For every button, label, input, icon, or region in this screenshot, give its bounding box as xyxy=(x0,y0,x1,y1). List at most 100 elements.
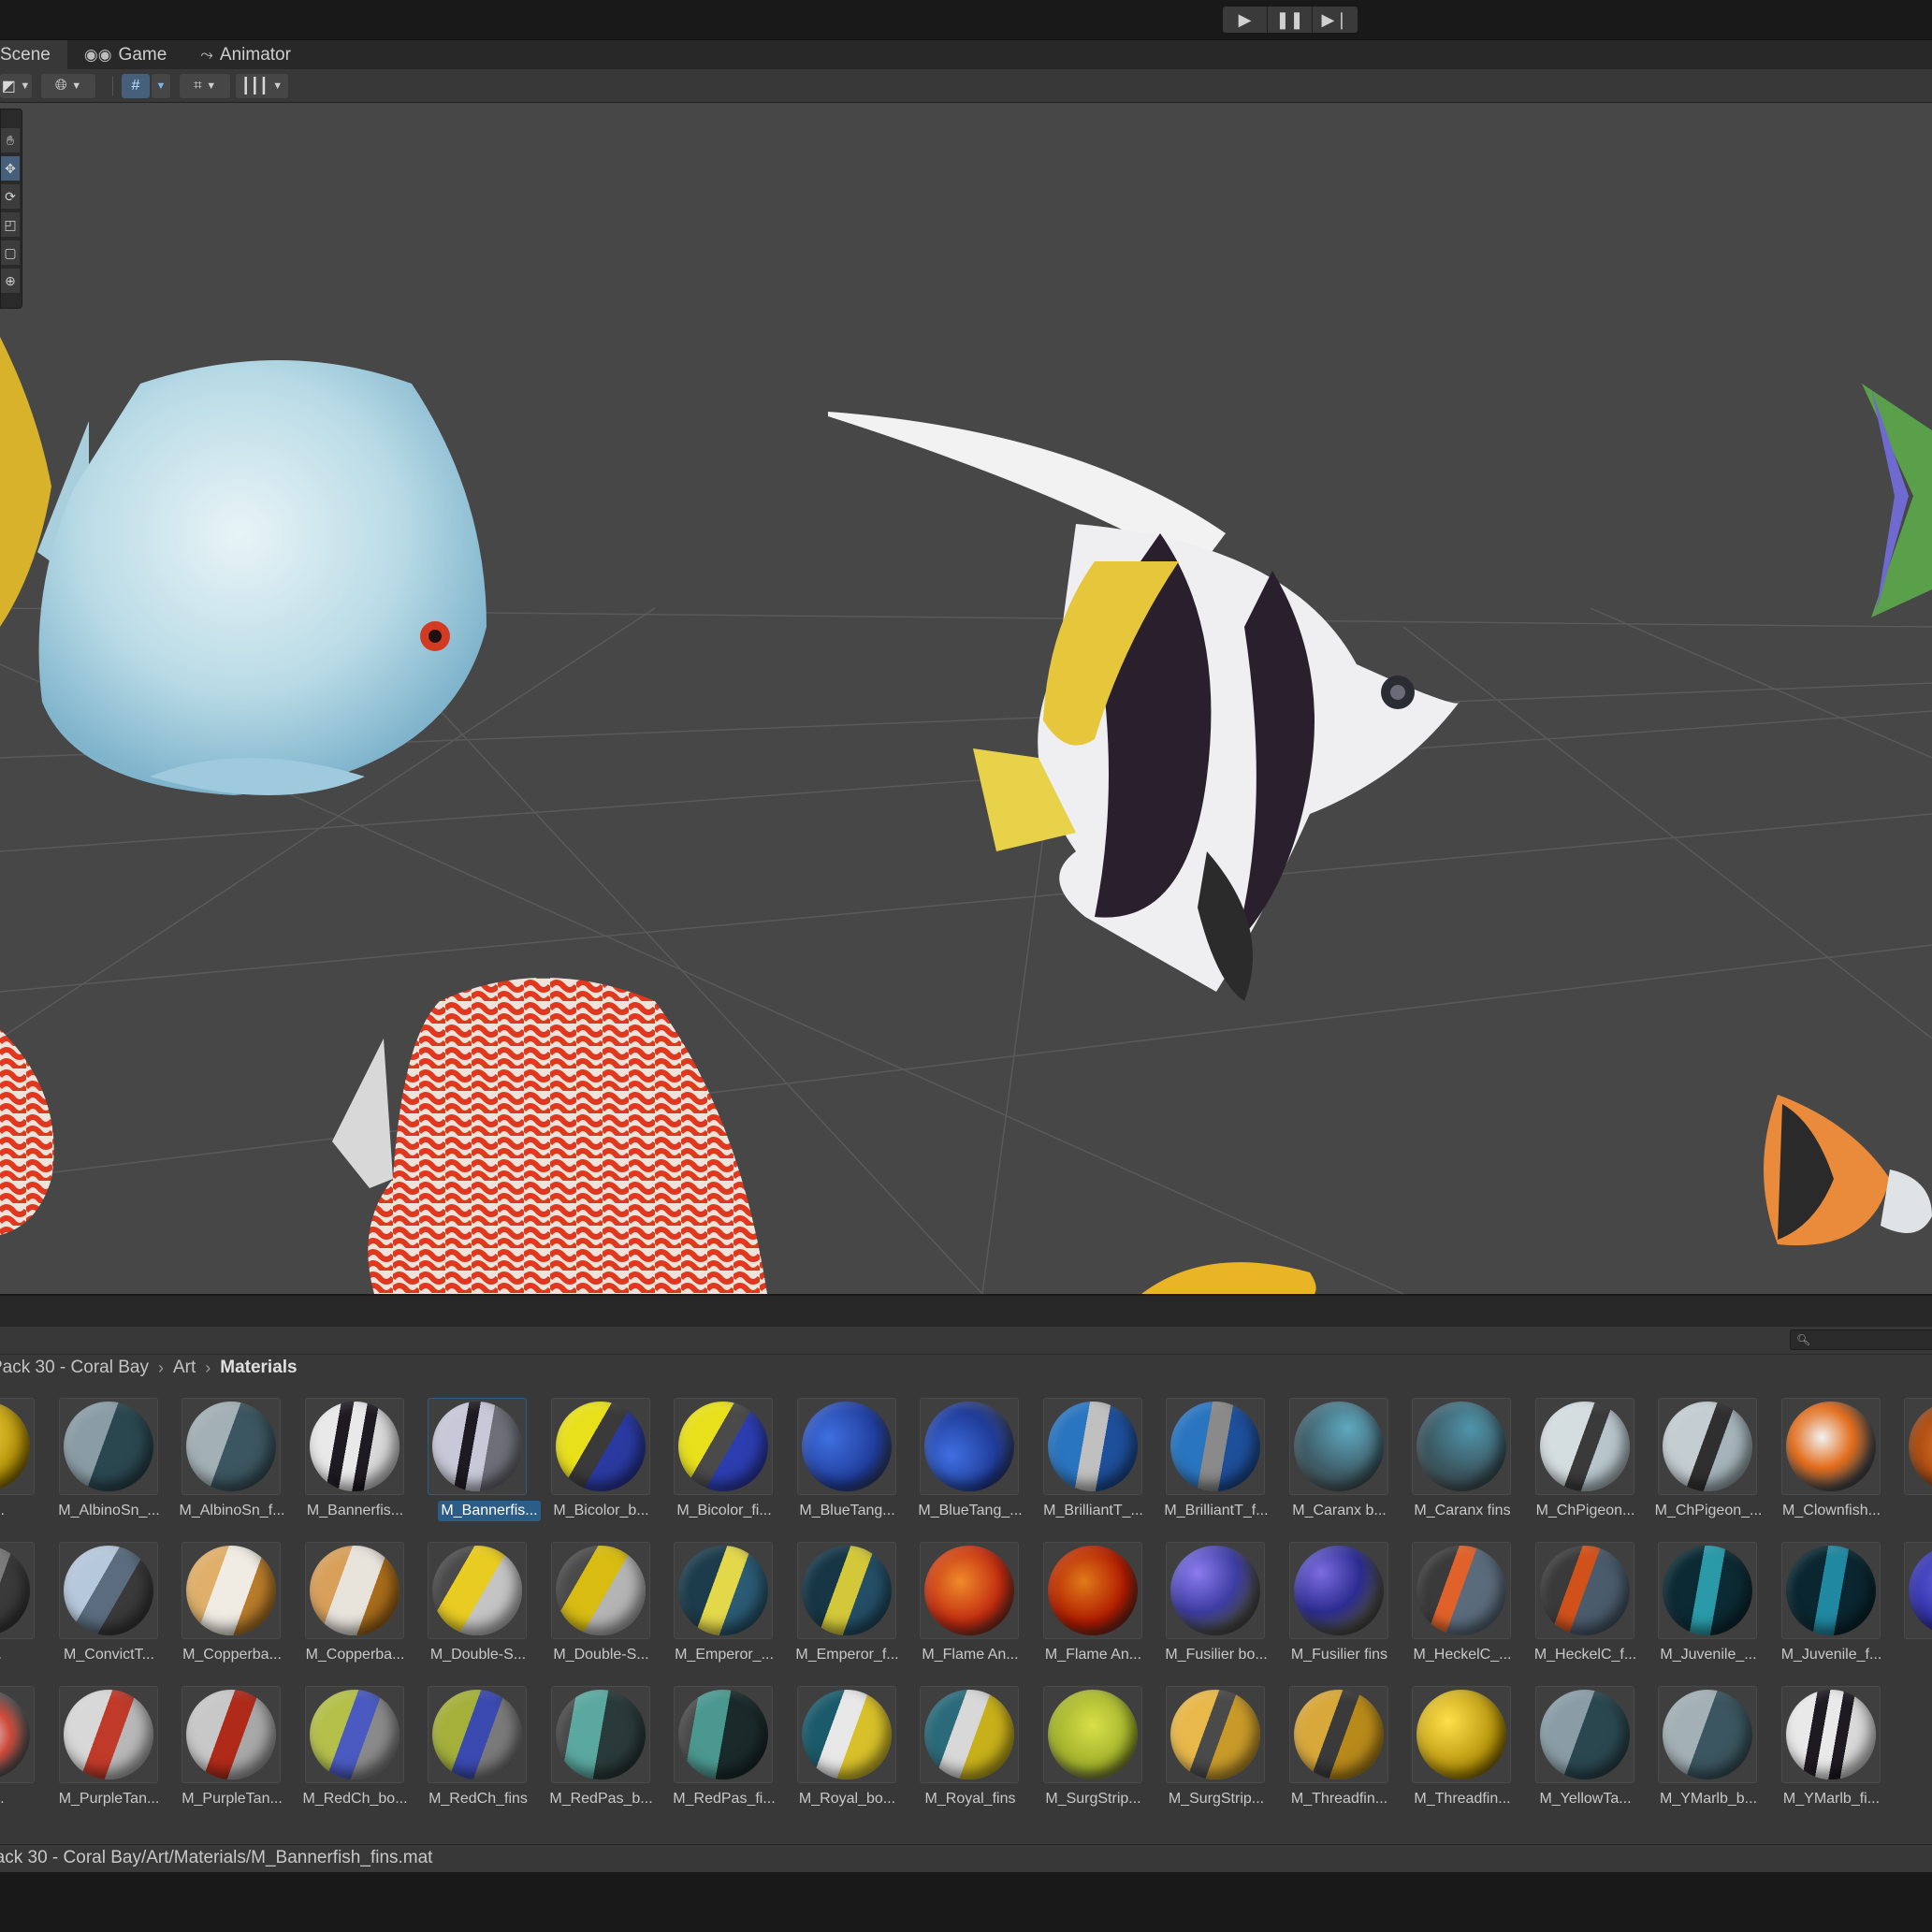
material-sphere-icon xyxy=(309,1402,399,1491)
material-asset[interactable]: M_HeckelC_f... xyxy=(1516,1525,1637,1665)
material-asset[interactable]: M_Fusilier fins xyxy=(1270,1525,1391,1665)
material-asset[interactable]: M_Double-S... xyxy=(408,1525,530,1665)
play-button[interactable]: ▶ xyxy=(1223,7,1268,33)
ruler-dropdown[interactable]: ┃┃┃ ▼ xyxy=(236,74,288,98)
material-asset[interactable]: M_Juvenile_f... xyxy=(1762,1525,1883,1665)
view-tool[interactable]: ✋︎ xyxy=(1,128,20,153)
material-asset[interactable]: M_Flame An... xyxy=(1024,1525,1145,1665)
transform-tool[interactable]: ⊕ xyxy=(1,269,20,293)
tab-game[interactable]: ◉◉ Game xyxy=(67,40,183,69)
material-asset[interactable]: M_Caranx b... xyxy=(1270,1381,1391,1521)
material-asset[interactable]: M_ChPigeon_... xyxy=(1638,1381,1762,1521)
material-thumbnail xyxy=(58,1686,158,1783)
gamepad-icon: ◉◉ xyxy=(83,45,112,64)
material-thumbnail xyxy=(1780,1686,1881,1783)
material-thumbnail xyxy=(428,1398,527,1495)
material-asset[interactable]: M_SurgStrip... xyxy=(1146,1669,1268,1809)
material-asset[interactable]: M_Fusilier bo... xyxy=(1146,1525,1268,1665)
material-asset[interactable]: M_RedCh_fins xyxy=(408,1669,530,1809)
material-asset[interactable]: M_Threadfin... xyxy=(1270,1669,1391,1809)
material-asset[interactable]: M_Emperor_... xyxy=(654,1525,776,1665)
material-sphere-icon xyxy=(63,1690,153,1779)
material-asset[interactable]: M_Clownfish... xyxy=(1762,1381,1883,1521)
material-asset[interactable]: M_Flame An... xyxy=(900,1525,1022,1665)
material-asset[interactable]: M_ConvictT... xyxy=(39,1525,161,1665)
grid-snap-dropdown[interactable]: ▼ xyxy=(152,74,170,98)
material-asset[interactable]: M_YMarlb_fi... xyxy=(1762,1669,1883,1809)
breadcrumb-current[interactable]: Materials xyxy=(220,1358,297,1378)
material-asset[interactable]: ctT... xyxy=(0,1525,37,1665)
material-label: M_ChPigeon_... xyxy=(1654,1503,1763,1518)
breadcrumb-art[interactable]: Art xyxy=(173,1358,196,1378)
global-dropdown[interactable]: 🌐︎ ▼ xyxy=(41,74,95,98)
material-asset[interactable]: M_YellowTa... xyxy=(1516,1669,1637,1809)
material-asset[interactable]: M_RedPas_fi... xyxy=(654,1669,776,1809)
rotate-icon: ⟳ xyxy=(5,188,16,204)
material-sphere-icon xyxy=(1785,1546,1876,1635)
material-asset[interactable]: M_RedPas_b... xyxy=(531,1669,653,1809)
material-asset[interactable]: M_Copperba... xyxy=(162,1525,283,1665)
material-asset[interactable]: M_BlueTang... xyxy=(777,1381,899,1521)
draw-mode-dropdown[interactable]: ◩ ▼ xyxy=(0,74,32,98)
material-asset[interactable]: M_Emperor_f... xyxy=(777,1525,899,1665)
tab-animator[interactable]: ⤳ Animator xyxy=(183,40,308,69)
step-button[interactable]: ▶❘ xyxy=(1313,7,1358,33)
material-label: M_Caranx fins xyxy=(1414,1503,1511,1518)
scale-tool[interactable]: ◰ xyxy=(1,212,20,237)
material-asset[interactable]: M_HeckelC_... xyxy=(1392,1525,1514,1665)
material-asset[interactable]: M_Threadfin... xyxy=(1392,1669,1514,1809)
material-sphere-icon xyxy=(432,1690,522,1779)
search-icon: 🔍︎ xyxy=(1796,1333,1811,1346)
material-label: M_YellowTa... xyxy=(1539,1791,1632,1807)
increment-snap-dropdown[interactable]: ⌗ ▼ xyxy=(180,74,230,98)
material-sphere-icon xyxy=(432,1546,522,1635)
material-asset[interactable]: M_BrilliantT_f... xyxy=(1146,1381,1269,1521)
material-asset[interactable]: M_ChPigeon... xyxy=(1516,1381,1637,1521)
material-asset[interactable]: M_Caranx fins xyxy=(1392,1381,1514,1521)
material-thumbnail xyxy=(1412,1398,1511,1495)
move-tool[interactable]: ✥ xyxy=(1,156,20,181)
material-asset[interactable]: M_Cl xyxy=(1884,1381,1932,1521)
material-asset[interactable]: M_SurgStrip... xyxy=(1024,1669,1145,1809)
material-asset[interactable]: M_BlueTang_... xyxy=(900,1381,1023,1521)
material-asset[interactable]: M_f... xyxy=(0,1381,37,1521)
material-label: M_Emperor_f... xyxy=(795,1647,899,1663)
material-thumbnail xyxy=(674,1398,773,1495)
pause-button[interactable]: ❚❚ xyxy=(1268,7,1313,33)
asset-row: ctT... M_ConvictT... M_Copperba... M_Copper… xyxy=(0,1525,1932,1665)
material-sphere-icon xyxy=(1785,1402,1876,1491)
material-asset[interactable]: M_BrilliantT_... xyxy=(1024,1381,1145,1521)
material-asset[interactable]: M_Juvenile_... xyxy=(1638,1525,1760,1665)
material-sphere-icon xyxy=(801,1546,892,1635)
search-input[interactable]: 🔍︎ xyxy=(1790,1329,1932,1350)
breadcrumb-root[interactable]: Pack 30 - Coral Bay xyxy=(0,1358,149,1378)
step-icon: ▶❘ xyxy=(1321,9,1349,29)
material-thumbnail xyxy=(1166,1686,1265,1783)
material-asset[interactable]: M_AlbinoSn_... xyxy=(39,1381,161,1521)
material-asset[interactable]: M_RedCh_bo... xyxy=(285,1669,408,1809)
material-asset[interactable]: M_AlbinoSn_f... xyxy=(162,1381,284,1521)
rotate-tool[interactable]: ⟳ xyxy=(1,184,20,209)
scene-viewport[interactable]: ✋︎ ✥ ⟳ ◰ ▢ ⊕ xyxy=(0,103,1932,1294)
material-sphere-icon xyxy=(1293,1402,1384,1491)
material-asset[interactable]: M_Bannerfis... xyxy=(285,1381,407,1521)
material-asset[interactable]: M_Copperba... xyxy=(285,1525,407,1665)
material-asset[interactable]: M_YMarlb_b... xyxy=(1638,1669,1760,1809)
material-asset[interactable]: M_PurpleTan... xyxy=(162,1669,283,1809)
material-asset[interactable]: M_PurpleTan... xyxy=(39,1669,161,1809)
material-asset[interactable]: M_L xyxy=(1884,1525,1932,1665)
fish-yellow-left xyxy=(0,337,51,627)
grid-snap-toggle[interactable]: # xyxy=(122,74,150,98)
material-sphere-icon xyxy=(186,1402,276,1491)
tab-scene[interactable]: Scene xyxy=(0,40,67,69)
material-asset[interactable]: M_Royal_bo... xyxy=(777,1669,899,1809)
material-asset[interactable]: M_Bicolor_fi... xyxy=(654,1381,776,1521)
material-asset[interactable]: M_Bannerfis... xyxy=(408,1381,541,1521)
rect-tool[interactable]: ▢ xyxy=(1,240,20,265)
material-sphere-icon xyxy=(1170,1402,1260,1491)
material-asset[interactable]: M_Royal_fins xyxy=(900,1669,1022,1809)
material-sphere-icon xyxy=(1416,1546,1506,1635)
material-asset[interactable]: M_Bicolor_b... xyxy=(531,1381,653,1521)
material-asset[interactable]: ueT... xyxy=(0,1669,37,1809)
material-asset[interactable]: M_Double-S... xyxy=(531,1525,653,1665)
